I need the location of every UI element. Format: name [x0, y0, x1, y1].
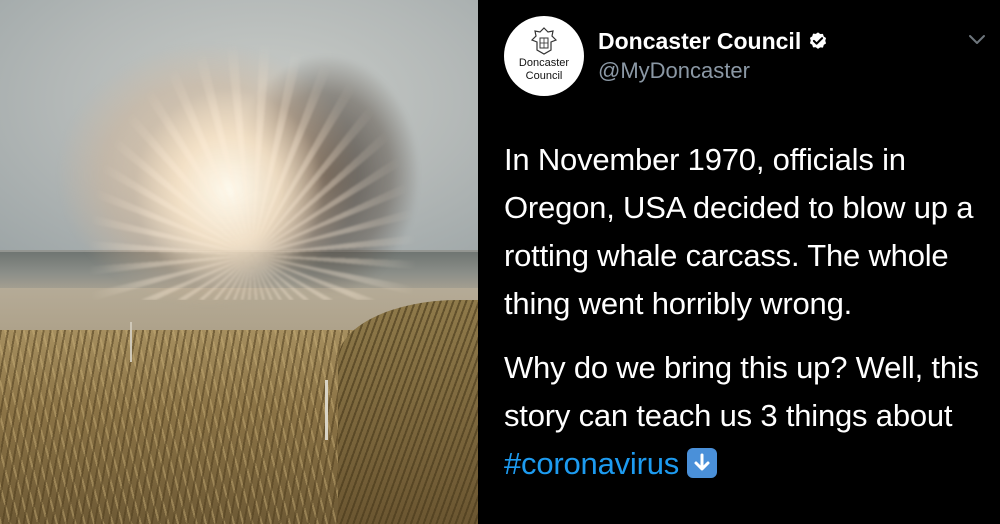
photo-explosion-rays	[60, 0, 460, 300]
chevron-down-icon[interactable]	[968, 34, 986, 46]
tweet-card: Doncaster Council Doncaster Council @MyD…	[478, 0, 1000, 524]
avatar[interactable]: Doncaster Council	[504, 16, 584, 96]
photo-dune-grass-right	[338, 300, 478, 524]
hashtag-link[interactable]: #coronavirus	[504, 446, 679, 481]
down-arrow-emoji-icon	[687, 448, 718, 478]
tweet-paragraph-2-text: Why do we bring this up? Well, this stor…	[504, 350, 979, 433]
photo-fence-post	[130, 322, 132, 362]
avatar-text-line1: Doncaster	[518, 57, 570, 69]
tweet-paragraph-2: Why do we bring this up? Well, this stor…	[504, 344, 994, 488]
council-crest-icon	[530, 27, 558, 55]
tweet-paragraph-1: In November 1970, officials in Oregon, U…	[504, 142, 974, 321]
verified-badge-icon	[810, 31, 827, 49]
tweet-body: In November 1970, officials in Oregon, U…	[504, 136, 994, 488]
whale-explosion-photo	[0, 0, 478, 524]
author-name-row: Doncaster Council	[598, 28, 829, 55]
display-name[interactable]: Doncaster Council	[598, 28, 801, 55]
avatar-text-line2: Council	[525, 70, 563, 82]
photo-fence-post	[325, 380, 328, 440]
user-handle[interactable]: @MyDoncaster	[598, 58, 750, 84]
